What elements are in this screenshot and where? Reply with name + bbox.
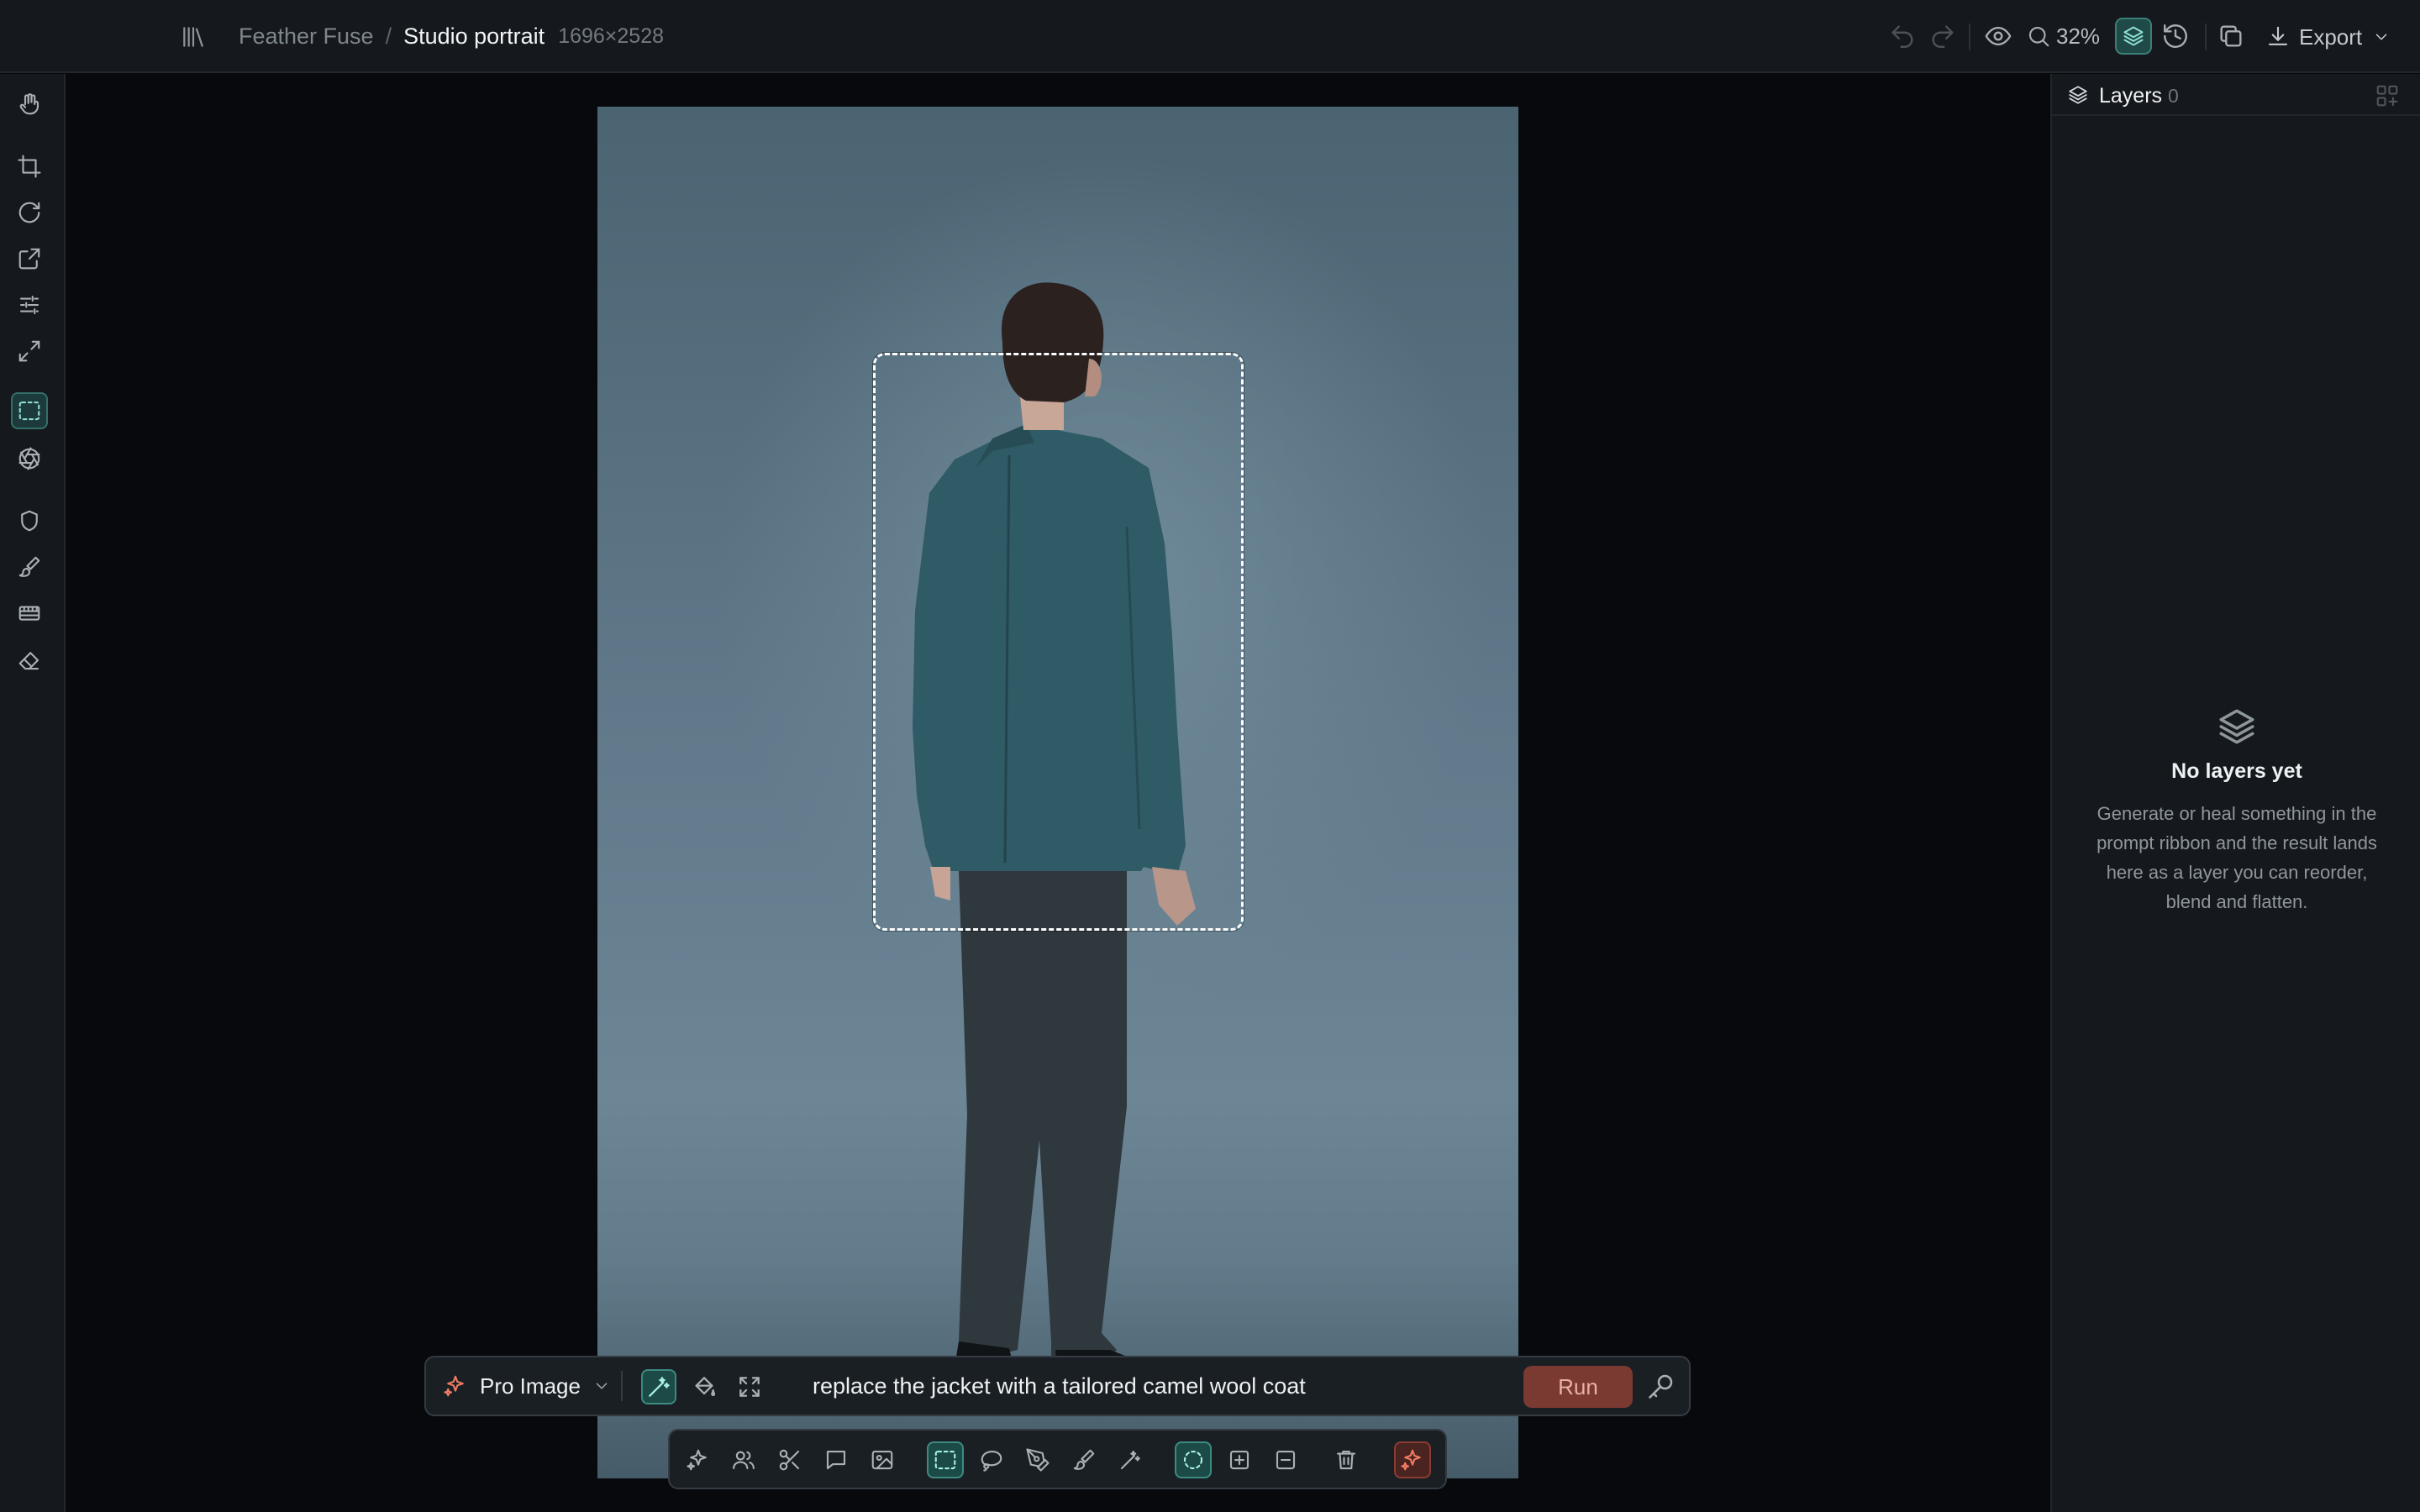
expand-icon[interactable]	[11, 333, 48, 370]
lasso-icon[interactable]	[973, 1441, 1010, 1478]
chevron-down-icon	[592, 1377, 611, 1395]
breadcrumb-separator: /	[385, 23, 392, 49]
left-toolbar	[0, 74, 66, 1512]
layers-empty-icon	[2216, 706, 2258, 748]
key-icon[interactable]	[1646, 1371, 1676, 1401]
layers-icon	[2067, 84, 2089, 106]
selection-marquee[interactable]	[873, 353, 1244, 931]
sparkles-icon	[443, 1373, 468, 1399]
tool-dock	[668, 1429, 1447, 1489]
model-name: Pro Image	[480, 1373, 581, 1399]
shield-icon[interactable]	[11, 502, 48, 539]
rotate-icon[interactable]	[11, 194, 48, 231]
magic-wand-icon[interactable]	[641, 1369, 676, 1404]
comment-icon[interactable]	[818, 1441, 855, 1478]
export-button[interactable]: Export	[2265, 20, 2399, 54]
aperture-icon[interactable]	[11, 440, 48, 477]
layers-panel: Layers 0 No layers yet Generate or heal …	[2050, 74, 2420, 1512]
run-button[interactable]: Run	[1523, 1366, 1633, 1408]
add-selection-icon[interactable]	[1221, 1441, 1258, 1478]
empty-state-title: No layers yet	[2171, 759, 2302, 783]
breadcrumb: Feather Fuse / Studio portrait 1696×2528	[239, 0, 664, 72]
pen-icon[interactable]	[1019, 1441, 1056, 1478]
top-bar: Feather Fuse / Studio portrait 1696×2528…	[0, 0, 2420, 73]
brush-icon[interactable]	[1065, 1441, 1102, 1478]
layers-empty-state: No layers yet Generate or heal something…	[2052, 706, 2420, 916]
heal-bucket-icon[interactable]	[687, 1369, 722, 1404]
trash-icon[interactable]	[1328, 1441, 1365, 1478]
breadcrumb-project[interactable]: Feather Fuse	[239, 24, 374, 50]
toolbar-divider	[2205, 24, 2207, 50]
layers-header: Layers 0	[2052, 74, 2420, 116]
layers-toggle-icon[interactable]	[2115, 18, 2152, 55]
history-icon[interactable]	[2161, 22, 2190, 50]
film-icon[interactable]	[11, 595, 48, 632]
empty-state-description: Generate or heal something in the prompt…	[2096, 803, 2377, 912]
people-icon[interactable]	[725, 1441, 762, 1478]
chevron-down-icon	[2372, 28, 2391, 46]
document-title[interactable]: Studio portrait	[403, 24, 544, 50]
adjust-icon[interactable]	[11, 286, 48, 323]
eye-icon[interactable]	[1984, 22, 2012, 50]
toolbar-divider	[1969, 24, 1970, 50]
layers-count: 0	[2168, 85, 2179, 107]
subtract-selection-icon[interactable]	[1267, 1441, 1304, 1478]
sparkle-accent-icon[interactable]	[1394, 1441, 1431, 1478]
duplicate-icon[interactable]	[2217, 22, 2245, 50]
resize-icon[interactable]	[11, 240, 48, 277]
document-dimensions: 1696×2528	[558, 24, 665, 48]
zoom-level[interactable]: 32%	[2056, 24, 2100, 50]
eraser-icon[interactable]	[11, 642, 48, 679]
download-icon	[2265, 24, 2291, 50]
undo-icon[interactable]	[1888, 22, 1917, 50]
expand-canvas-icon[interactable]	[732, 1369, 767, 1404]
marquee-select-icon[interactable]	[11, 392, 48, 429]
scissors-icon[interactable]	[771, 1441, 808, 1478]
layers-options-icon[interactable]	[2375, 83, 2400, 108]
zoom-icon[interactable]	[2026, 24, 2051, 49]
sparkles-icon[interactable]	[680, 1441, 717, 1478]
hand-icon[interactable]	[11, 86, 48, 123]
image-icon[interactable]	[864, 1441, 901, 1478]
redo-icon[interactable]	[1928, 22, 1957, 50]
ribbon-divider	[621, 1371, 623, 1401]
circle-select-icon[interactable]	[1175, 1441, 1212, 1478]
brush-icon[interactable]	[11, 549, 48, 585]
rect-select-icon[interactable]	[927, 1441, 964, 1478]
prompt-input[interactable]	[813, 1368, 1518, 1404]
prompt-ribbon: Pro Image Run	[424, 1356, 1691, 1416]
layers-title: Layers	[2099, 84, 2163, 108]
crop-icon[interactable]	[11, 148, 48, 185]
library-icon[interactable]	[180, 24, 207, 50]
export-label: Export	[2299, 24, 2363, 50]
model-picker[interactable]: Pro Image	[443, 1357, 611, 1415]
magic-wand-icon[interactable]	[1112, 1441, 1149, 1478]
